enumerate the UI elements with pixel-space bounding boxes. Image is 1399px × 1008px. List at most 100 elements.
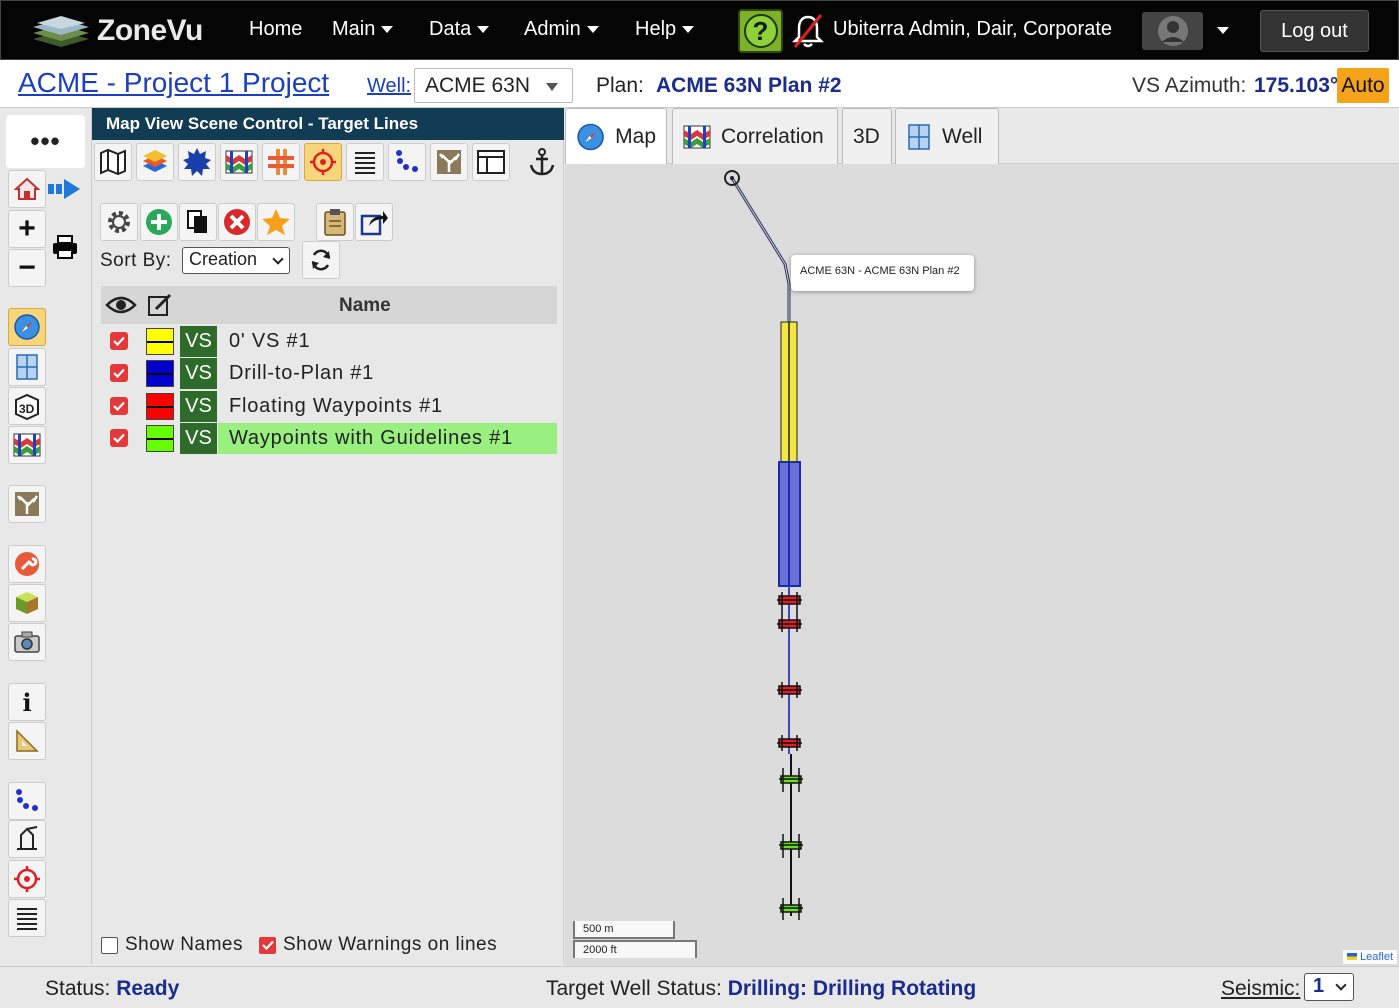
visibility-checkbox[interactable] [110, 364, 128, 382]
favorite-button[interactable] [257, 203, 295, 241]
settings-button[interactable] [100, 203, 138, 241]
faults-button[interactable] [430, 143, 468, 181]
show-warnings-option[interactable]: Show Warnings on lines [259, 934, 497, 956]
user-menu-caret-icon[interactable] [1217, 27, 1229, 34]
ruler-icon [16, 729, 39, 752]
tools-button[interactable] [8, 545, 46, 583]
copy-button[interactable] [179, 203, 217, 241]
info-icon: i [22, 687, 32, 717]
scale-imperial-label: 2000 ft [583, 944, 617, 956]
line-color-swatch[interactable] [146, 360, 174, 387]
anchor-button[interactable] [523, 143, 561, 181]
ruler-button[interactable] [8, 722, 46, 760]
user-name[interactable]: Ubiterra Admin, Dair, Corporate [833, 18, 1112, 41]
zonevu-logo[interactable]: ZoneVu [29, 9, 203, 53]
waypoints-button[interactable] [8, 782, 46, 820]
name-column-header[interactable]: Name [339, 295, 391, 317]
sort-by-select[interactable]: Creation [182, 247, 290, 274]
nav-help[interactable]: Help [635, 18, 695, 41]
eye-icon[interactable] [105, 295, 137, 315]
3d-view-button[interactable]: 3D [8, 387, 46, 425]
help-button[interactable]: ? [738, 9, 783, 53]
nav-data[interactable]: Data [429, 18, 490, 41]
well-select[interactable]: ACME 63N [414, 68, 573, 103]
nav-main[interactable]: Main [332, 18, 394, 41]
info-button[interactable]: i [8, 683, 46, 721]
cube-button[interactable] [8, 584, 46, 622]
well-tooltip-text: ACME 63N - ACME 63N Plan #2 [800, 265, 960, 277]
zoom-out-button[interactable]: − [8, 249, 46, 287]
target-line-row[interactable]: VS 0' VS #1 [101, 325, 557, 357]
paste-button[interactable] [316, 203, 354, 241]
line-color-swatch[interactable] [146, 393, 174, 420]
visibility-checkbox[interactable] [110, 332, 128, 350]
delete-button[interactable] [218, 203, 256, 241]
home-button[interactable] [8, 170, 46, 208]
map-view-button[interactable] [8, 308, 46, 346]
nav-admin[interactable]: Admin [524, 18, 599, 41]
auto-button[interactable]: Auto [1337, 68, 1389, 103]
vs-badge: VS [180, 423, 217, 454]
correlation-view-button[interactable] [8, 426, 46, 464]
marker-button[interactable] [8, 820, 46, 858]
seismic-label-link[interactable]: Seismic: [1221, 977, 1300, 1001]
avatar[interactable] [1142, 12, 1203, 50]
tab-correlation[interactable]: Correlation [672, 108, 838, 164]
logout-button[interactable]: Log out [1260, 10, 1369, 52]
forward-button[interactable] [46, 170, 84, 208]
camera-button[interactable] [8, 623, 46, 661]
show-names-option[interactable]: Show Names [101, 934, 243, 956]
leaflet-attribution[interactable]: Leaflet [1342, 950, 1397, 964]
tree-button[interactable] [8, 485, 46, 523]
tab-3d[interactable]: 3D [842, 108, 892, 164]
waypoints-layer-button[interactable] [388, 143, 426, 181]
lines-button[interactable] [8, 899, 46, 937]
project-title-link[interactable]: ACME - Project 1 Project [18, 67, 329, 99]
home-icon [14, 177, 40, 200]
line-color-swatch[interactable] [146, 328, 174, 355]
show-warnings-checkbox[interactable] [259, 936, 276, 954]
nav-main-label: Main [332, 18, 376, 40]
gear-badge-icon [183, 148, 211, 176]
basemap-layer-button[interactable] [94, 143, 132, 181]
target-line-row[interactable]: VS Waypoints with Guidelines #1 [101, 422, 557, 454]
target-line-row[interactable]: VS Drill-to-Plan #1 [101, 357, 557, 389]
well-label-link[interactable]: Well: [367, 75, 411, 98]
correlation-layer-button[interactable] [220, 143, 258, 181]
zoom-in-button[interactable]: + [8, 210, 46, 248]
well-plan-graphic[interactable] [565, 164, 1399, 966]
line-color-swatch[interactable] [146, 425, 174, 452]
status: Status: Ready [45, 977, 179, 1001]
layers-button[interactable] [136, 143, 174, 181]
leaflet-attribution-link[interactable]: Leaflet [1360, 951, 1393, 963]
print-button[interactable] [46, 228, 84, 266]
refresh-button[interactable] [302, 241, 340, 279]
nav-home[interactable]: Home [249, 18, 302, 41]
pipeline-button[interactable] [262, 143, 300, 181]
chevron-down-icon [272, 253, 284, 265]
tab-well[interactable]: Well [895, 108, 999, 164]
add-button[interactable] [140, 203, 178, 241]
map-canvas[interactable]: ACME 63N - ACME 63N Plan #2 500 m 2000 f… [565, 164, 1399, 966]
layout-button[interactable] [472, 143, 510, 181]
bell-off-icon[interactable] [791, 13, 825, 49]
visibility-checkbox[interactable] [110, 429, 128, 447]
seismic-select[interactable]: 1 [1304, 973, 1354, 1001]
target-well-status-label: Target Well Status: [546, 977, 722, 1000]
tree-icon [437, 150, 461, 174]
visibility-checkbox[interactable] [110, 397, 128, 415]
target-button[interactable] [8, 860, 46, 898]
target-lines-button[interactable] [304, 143, 342, 181]
more-button[interactable]: ••• [6, 115, 85, 168]
clipboard-icon [324, 209, 346, 236]
share-button[interactable] [355, 203, 393, 241]
row-label: Waypoints with Guidelines #1 [229, 427, 514, 449]
edit-icon[interactable] [147, 293, 173, 317]
show-names-checkbox[interactable] [101, 936, 118, 954]
horizons-button[interactable] [346, 143, 384, 181]
add-icon [146, 209, 172, 235]
tab-map[interactable]: Map [565, 108, 667, 165]
target-line-row[interactable]: VS Floating Waypoints #1 [101, 390, 557, 422]
seismic-button[interactable] [178, 143, 216, 181]
well-view-button[interactable] [8, 348, 46, 386]
